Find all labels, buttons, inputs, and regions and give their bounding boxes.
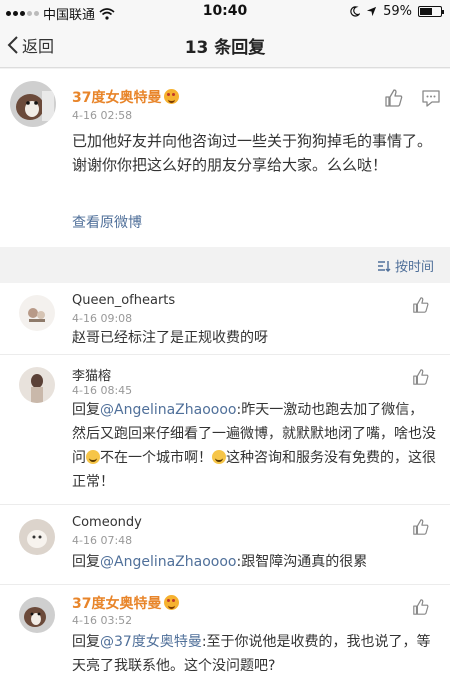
reply-time: 4-16 07:48 xyxy=(72,534,133,547)
like-icon[interactable] xyxy=(412,518,430,536)
emoji-badge-icon xyxy=(164,595,180,610)
comment-icon[interactable] xyxy=(421,88,441,108)
avatar[interactable] xyxy=(19,367,55,403)
battery-percent: 59% xyxy=(383,4,412,19)
list-item: 37度女奥特曼 4-16 03:52 回复@37度女奥特曼:至于你说他是收费的，… xyxy=(0,585,450,683)
status-bar: 中国联通 10:40 59% xyxy=(0,0,450,23)
page-title: 13 条回复 xyxy=(184,38,266,58)
moon-icon xyxy=(350,6,361,17)
reply-content: 回复@AngelinaZhaoooo:跟智障沟通真的很累 xyxy=(72,554,368,570)
laugh-emoji-icon xyxy=(86,450,100,464)
reply-content: 赵哥已经标注了是正规收费的呀 xyxy=(72,330,268,346)
mention-link[interactable]: @37度女奥特曼 xyxy=(100,634,202,650)
reply-time: 4-16 08:45 xyxy=(72,384,133,397)
avatar[interactable] xyxy=(19,295,55,331)
reply-content: 回复@37度女奥特曼:至于你说他是收费的，我也说了，等天亮了我联系他。这个没问题… xyxy=(72,634,431,674)
like-icon[interactable] xyxy=(384,88,404,108)
reply-author[interactable]: 37度女奥特曼 xyxy=(72,593,180,613)
view-original-link[interactable]: 查看原微博 xyxy=(72,211,142,235)
reply-list: Queen_ofhearts 4-16 09:08 赵哥已经标注了是正规收费的呀… xyxy=(0,283,450,683)
list-item: 李猫榕 4-16 08:45 回复@AngelinaZhaoooo:昨天一激动也… xyxy=(0,355,450,505)
list-item: Queen_ofhearts 4-16 09:08 赵哥已经标注了是正规收费的呀 xyxy=(0,283,450,355)
sort-bar: 按时间 xyxy=(0,248,450,282)
battery-icon xyxy=(418,6,444,17)
like-icon[interactable] xyxy=(412,368,430,386)
sort-icon xyxy=(377,260,391,272)
post-content: 已加他好友并向他咨询过一些关于狗狗掉毛的事情了。谢谢你你把这么好的朋友分享给大家… xyxy=(72,132,433,174)
like-icon[interactable] xyxy=(412,598,430,616)
post-author[interactable]: 37度女奥特曼 xyxy=(72,87,180,107)
avatar[interactable] xyxy=(10,81,56,127)
sort-by-time-button[interactable]: 按时间 xyxy=(377,256,434,275)
emoji-badge-icon xyxy=(164,89,180,104)
like-icon[interactable] xyxy=(412,296,430,314)
reply-content: 回复@AngelinaZhaoooo:昨天一激动也跑去加了微信，然后又跑回来仔细… xyxy=(72,402,436,490)
original-post: 37度女奥特曼 4-16 02:58 已加他好友并向他咨询过一些关于狗狗掉毛的事… xyxy=(0,69,450,247)
reply-author[interactable]: Queen_ofhearts xyxy=(72,293,175,308)
list-item: Comeondy 4-16 07:48 回复@AngelinaZhaoooo:跟… xyxy=(0,505,450,585)
reply-time: 4-16 03:52 xyxy=(72,614,133,627)
mention-link[interactable]: @AngelinaZhaoooo xyxy=(100,402,237,418)
avatar[interactable] xyxy=(19,519,55,555)
location-icon xyxy=(367,6,377,17)
reply-author[interactable]: 李猫榕 xyxy=(72,365,111,384)
reply-time: 4-16 09:08 xyxy=(72,312,133,325)
avatar[interactable] xyxy=(19,597,55,633)
laugh-emoji-icon xyxy=(212,450,226,464)
reply-author[interactable]: Comeondy xyxy=(72,515,142,530)
mention-link[interactable]: @AngelinaZhaoooo xyxy=(100,554,237,570)
post-time: 4-16 02:58 xyxy=(72,109,133,122)
nav-bar: 返回 13 条回复 xyxy=(0,22,450,68)
